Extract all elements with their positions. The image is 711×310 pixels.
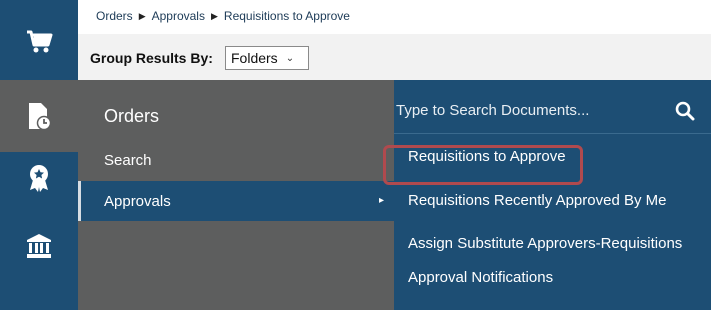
menu-item-label: Approvals (104, 192, 171, 210)
chevron-down-icon: ⌄ (285, 52, 295, 64)
menu-item-search[interactable]: Search (78, 140, 394, 180)
group-results-bar: Group Results By: Folders ⌄ (78, 34, 711, 80)
approvals-flyout: Requisitions to Approve Requisitions Rec… (394, 80, 711, 310)
breadcrumb-separator-icon: ▶ (138, 10, 146, 21)
orders-flyout: Orders Search Approvals ▸ (78, 80, 394, 310)
group-results-label: Group Results By: (90, 50, 213, 66)
breadcrumb: Orders ▶ Approvals ▶ Requisitions to App… (96, 9, 350, 23)
rail-item-accounts[interactable] (0, 210, 78, 282)
icon-rail (0, 0, 78, 310)
group-results-select[interactable]: Folders ⌄ (225, 46, 309, 70)
submenu-requisitions-to-approve[interactable]: Requisitions to Approve (408, 148, 566, 165)
bank-building-icon (27, 234, 51, 258)
top-bar: Orders ▶ Approvals ▶ Requisitions to App… (78, 0, 711, 80)
breadcrumb-orders[interactable]: Orders (96, 9, 133, 23)
search-icon[interactable] (675, 101, 695, 121)
document-clock-icon (29, 103, 52, 131)
breadcrumb-separator-icon: ▶ (210, 10, 218, 21)
submenu-approval-notifications[interactable]: Approval Notifications (408, 269, 553, 286)
submenu-assign-substitute-approvers[interactable]: Assign Substitute Approvers-Requisitions (408, 235, 682, 252)
award-ribbon-icon (30, 165, 48, 192)
caret-right-icon: ▸ (378, 195, 384, 206)
breadcrumb-current: Requisitions to Approve (223, 9, 350, 23)
shopping-cart-icon (27, 30, 53, 53)
menu-item-approvals[interactable]: Approvals ▸ (78, 181, 394, 221)
submenu-recently-approved[interactable]: Requisitions Recently Approved By Me (408, 192, 666, 209)
rail-item-contracts[interactable] (0, 142, 78, 214)
search-bar (394, 87, 711, 134)
menu-item-label: Search (104, 151, 152, 169)
breadcrumb-approvals[interactable]: Approvals (152, 9, 205, 23)
search-documents-input[interactable] (394, 87, 659, 134)
rail-item-shopping[interactable] (0, 6, 78, 78)
group-results-value: Folders (231, 50, 278, 66)
flyout-title: Orders (104, 106, 160, 126)
